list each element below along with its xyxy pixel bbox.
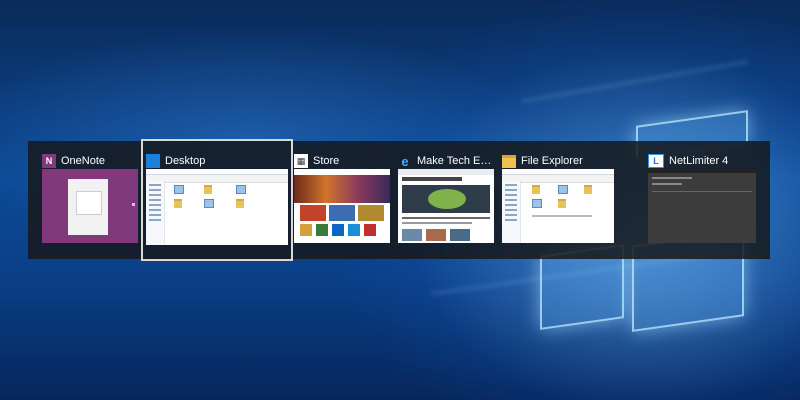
ribbon (146, 175, 288, 183)
store-tile (364, 224, 376, 236)
folder-icon (532, 199, 542, 208)
onenote-dialog (76, 191, 102, 215)
task-item-netlimiter[interactable]: L NetLimiter 4 (648, 141, 756, 259)
file-explorer-window (146, 169, 288, 245)
task-thumbnail (294, 169, 390, 243)
task-item-store[interactable]: ▦ Store (294, 141, 390, 259)
task-thumbnail (146, 169, 288, 245)
store-window (294, 169, 390, 243)
navigation-pane (146, 181, 165, 245)
task-item-header: e Make Tech Easier - Co... (398, 153, 494, 169)
file-explorer-icon (502, 154, 516, 168)
folder-icon (532, 185, 540, 194)
task-item-title: File Explorer (521, 155, 583, 167)
task-switcher: N OneNote Desktop ▦ Store e Make Tech Ea… (28, 139, 770, 261)
file-explorer-window (502, 169, 614, 243)
task-item-title: Store (313, 155, 340, 167)
task-item-header: N OneNote (42, 153, 138, 169)
netlimiter-icon: L (648, 154, 664, 168)
task-item-header: ▦ Store (294, 153, 390, 169)
page-heading (402, 177, 462, 181)
light-beam (521, 60, 749, 103)
folder-icon (584, 185, 592, 194)
task-thumbnail (42, 169, 138, 243)
folder-icon (558, 185, 568, 194)
task-thumbnail (398, 169, 494, 243)
store-icon: ▦ (294, 154, 308, 168)
task-thumbnail (648, 169, 756, 243)
thumbnail-image (426, 229, 446, 241)
divider (652, 191, 752, 192)
task-item-header: File Explorer (502, 153, 614, 169)
title-bar (648, 169, 756, 173)
thumbnail-image (402, 229, 422, 241)
edge-icon: e (401, 153, 409, 169)
folder-icon (174, 185, 184, 194)
folder-icon (204, 199, 214, 208)
folder-icon (236, 185, 246, 194)
browser-tabs (398, 169, 494, 175)
task-item-header: Desktop (146, 153, 294, 169)
task-item-desktop[interactable]: Desktop (141, 139, 294, 261)
featured-banner (294, 175, 390, 203)
scroll-indicator (132, 203, 135, 206)
thumbnail-image (450, 229, 470, 241)
store-tile (300, 224, 312, 236)
store-tile (348, 224, 360, 236)
task-item-title: Make Tech Easier - Co... (417, 155, 494, 167)
task-item-edge[interactable]: e Make Tech Easier - Co... (398, 141, 494, 259)
task-item-title: OneNote (61, 155, 106, 167)
text-line (652, 177, 692, 179)
folder-icon (204, 185, 212, 194)
task-item-title: Desktop (165, 155, 206, 167)
task-item-title: NetLimiter 4 (669, 155, 729, 167)
folder-icon (558, 199, 566, 208)
task-thumbnail (502, 169, 614, 243)
folder-icon (174, 199, 182, 208)
text-line (402, 217, 490, 219)
store-tile (316, 224, 328, 236)
text-line (652, 183, 682, 185)
onenote-icon: N (42, 154, 56, 168)
navigation-pane (502, 181, 521, 243)
text-line (532, 215, 592, 217)
article-image (402, 185, 490, 213)
store-tile (300, 205, 326, 221)
store-tile (358, 205, 384, 221)
store-tile (332, 224, 344, 236)
desktop-icon (146, 154, 160, 168)
text-line (402, 222, 472, 224)
onenote-page (68, 179, 108, 235)
task-item-file-explorer[interactable]: File Explorer (502, 141, 614, 259)
store-tile (329, 205, 355, 221)
task-item-header: L NetLimiter 4 (648, 153, 756, 169)
article-graphic (428, 189, 466, 209)
folder-icon (236, 199, 244, 208)
task-item-onenote[interactable]: N OneNote (42, 141, 138, 259)
